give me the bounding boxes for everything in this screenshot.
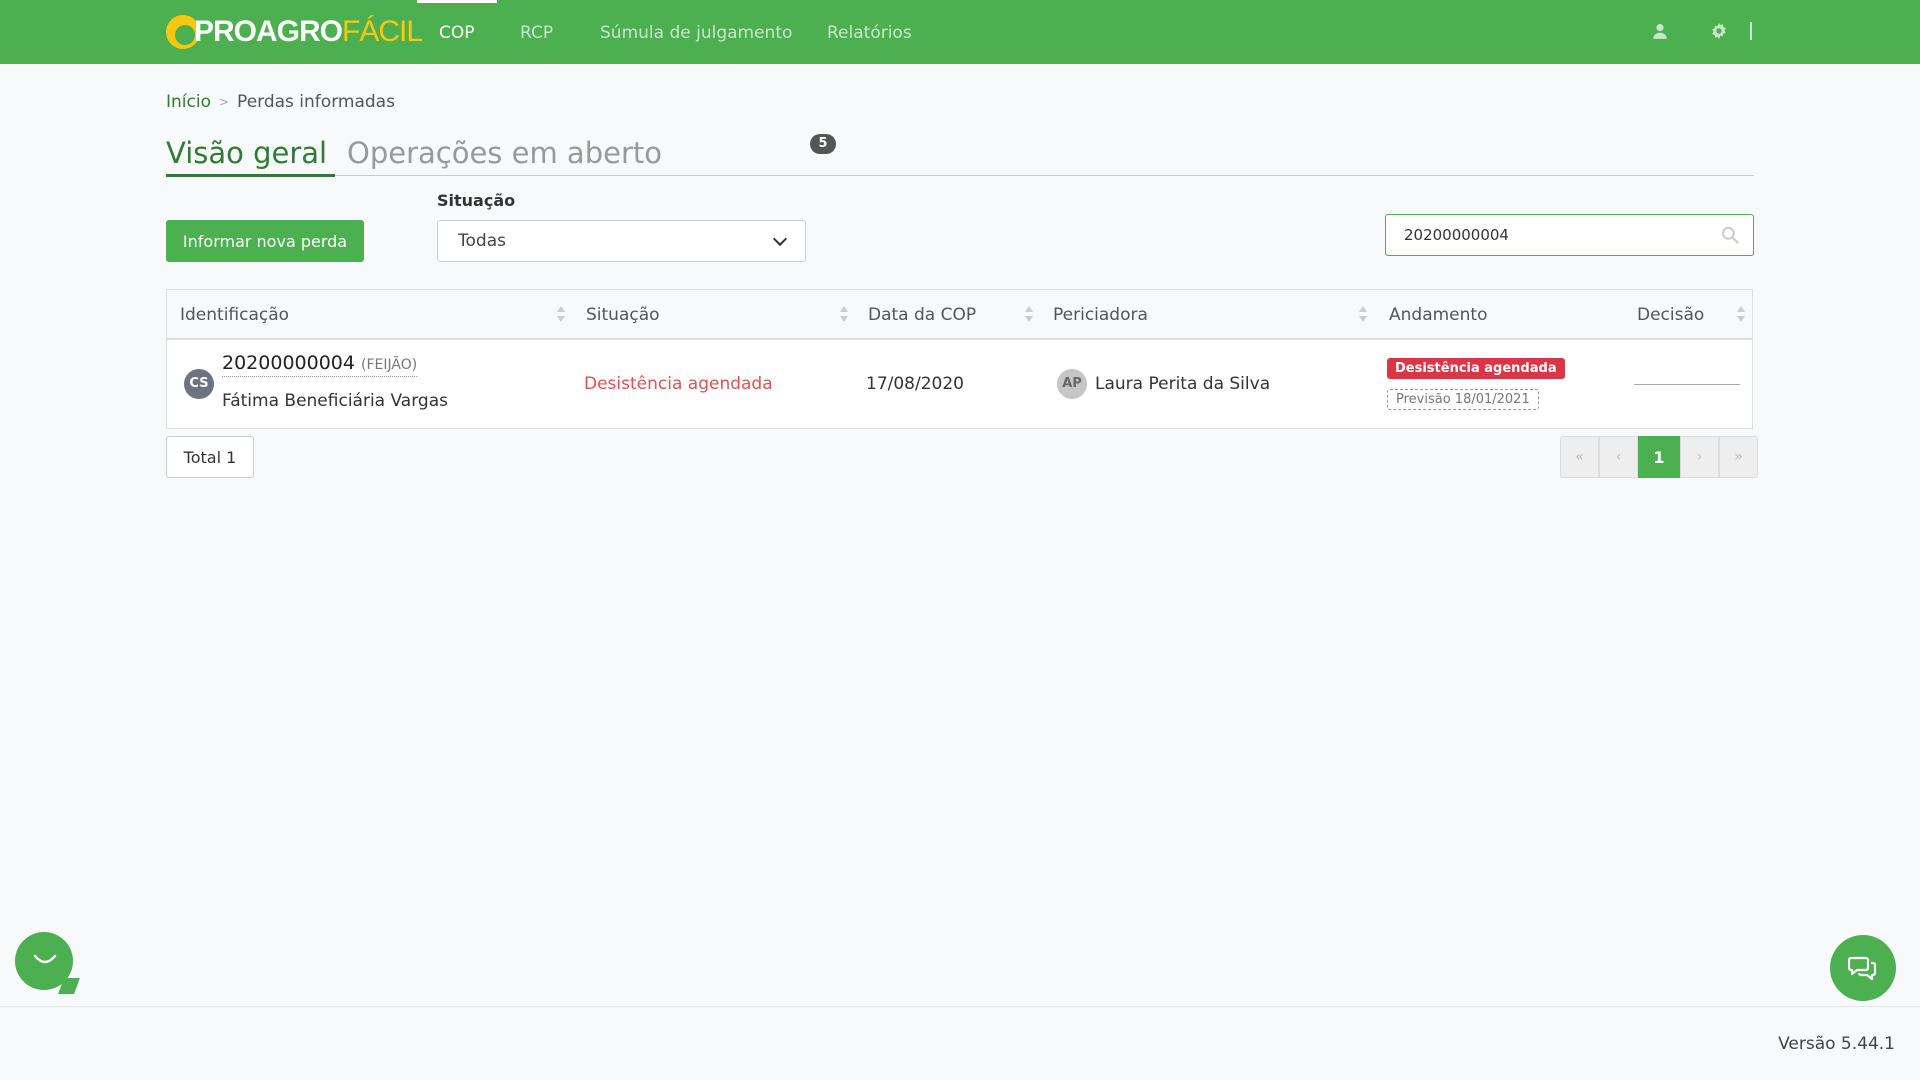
situacao-filter-select[interactable]: Todas [437,220,806,262]
breadcrumb-current: Perdas informadas [237,92,395,112]
table-header: Identificação Situação Data da COP Peric… [167,290,1752,340]
nav-item-cop[interactable]: COP [417,0,496,64]
column-header-identificacao[interactable]: Identificação [180,290,289,340]
forecast-badge: Previsão 18/01/2021 [1387,389,1539,410]
previous-page-button[interactable]: ‹ [1599,436,1638,478]
breadcrumb: Início > Perdas informadas [166,92,395,112]
nav-item-rcp[interactable]: RCP [520,0,553,64]
sort-icon[interactable] [1736,305,1746,323]
smile-icon [33,954,57,964]
expert-name: Laura Perita da Silva [1095,374,1271,394]
search-input[interactable] [1404,215,1704,255]
column-header-periciadora[interactable]: Periciadora [1053,290,1148,340]
nav-item-sumula[interactable]: Súmula de julgamento [600,0,792,64]
situacao-filter-value: Todas [458,231,506,251]
gear-icon[interactable] [1710,22,1730,42]
situacao-status-text: Desistência agendada [584,374,773,394]
losses-table: Identificação Situação Data da COP Peric… [166,289,1753,429]
support-chat-button[interactable] [1830,935,1896,1001]
column-header-decisao[interactable]: Decisão [1637,290,1704,340]
last-page-button[interactable]: » [1719,436,1758,478]
nav-divider [1750,22,1752,40]
column-header-data-cop[interactable]: Data da COP [868,290,976,340]
pagination: « ‹ 1 › » [1560,436,1758,478]
app-version: Versão 5.44.1 [1778,1034,1895,1054]
beneficiary-name: Fátima Beneficiária Vargas [222,391,448,411]
cop-date: 17/08/2020 [866,374,964,394]
page-1-button[interactable]: 1 [1638,436,1680,478]
tab-visao-geral[interactable]: Visão geral [166,136,336,177]
sort-icon[interactable] [839,305,849,323]
avatar: AP [1057,369,1087,399]
nav-item-relatorios[interactable]: Relatórios [827,0,912,64]
chat-assistant-button[interactable] [15,932,73,990]
decision-empty-line [1634,384,1740,385]
chat-bubbles-icon [1848,956,1877,981]
breadcrumb-home-link[interactable]: Início [166,92,211,112]
table-row[interactable]: CS 20200000004 (FEIJÃO) Fátima Beneficiá… [167,342,1752,428]
view-tabs: Visão geral Operações em aberto 5 [166,130,1754,177]
tab-operacoes-em-aberto[interactable]: Operações em aberto [347,136,662,170]
top-navbar: PROAGROFÁCIL COP RCP Súmula de julgament… [0,0,1920,64]
sort-icon[interactable] [1024,305,1034,323]
informar-nova-perda-button[interactable]: Informar nova perda [166,220,364,262]
page-footer: Versão 5.44.1 [0,1006,1920,1080]
first-page-button[interactable]: « [1560,436,1599,478]
next-page-button[interactable]: › [1680,436,1719,478]
column-header-situacao[interactable]: Situação [586,290,660,340]
crop-label: (FEIJÃO) [361,357,418,373]
column-header-andamento: Andamento [1389,305,1488,325]
proagro-facil-logo[interactable]: PROAGROFÁCIL [166,10,423,54]
status-badge: Desistência agendada [1387,358,1565,379]
sort-icon[interactable] [1358,305,1368,323]
search-icon[interactable] [1721,226,1739,244]
avatar: CS [184,369,214,399]
open-operations-count-badge: 5 [810,134,836,154]
operation-id-link[interactable]: 20200000004 (FEIJÃO) [222,352,418,377]
search-box [1385,214,1754,256]
chevron-down-icon [772,231,788,246]
total-count-button: Total 1 [166,436,254,478]
sort-icon[interactable] [556,305,566,323]
breadcrumb-separator-icon: > [218,95,230,109]
user-icon[interactable] [1651,22,1671,42]
situacao-filter-label: Situação [437,191,516,210]
